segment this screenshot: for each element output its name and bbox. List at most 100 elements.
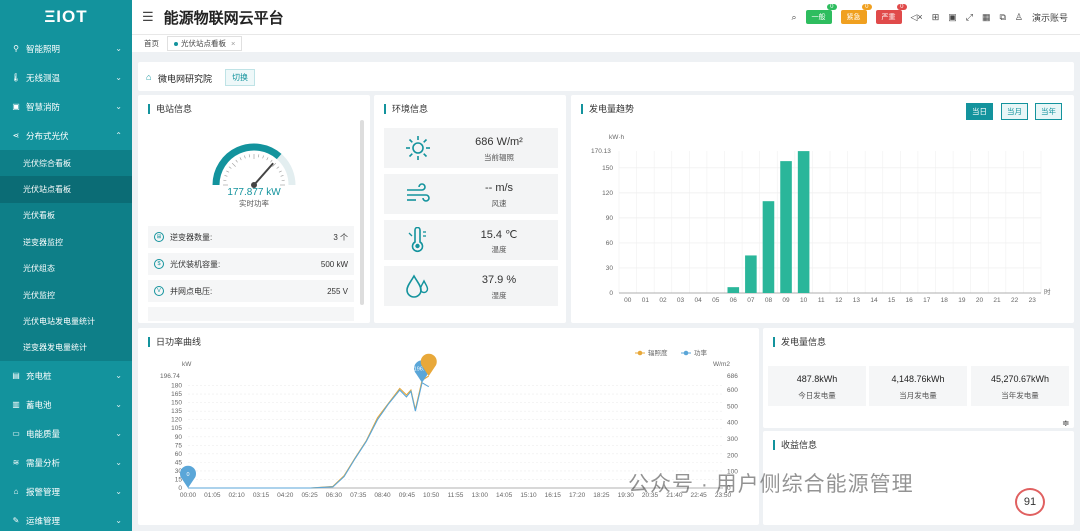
gauge-tick (280, 175, 284, 177)
marker-label: 0 (186, 472, 189, 478)
row-label: 逆变器数量: (170, 232, 213, 242)
location-icon: ⚲ (13, 44, 19, 53)
user-name[interactable]: 演示账号 (1032, 11, 1068, 24)
score-badge: 91 (1015, 488, 1045, 516)
sidebar-item-demand[interactable]: ≋ 需量分析 ⌄ (0, 448, 132, 477)
app-title: 能源物联网云平台 (163, 9, 284, 27)
org-name: 微电网研究院 (158, 74, 213, 84)
bar (727, 287, 740, 293)
x-tick-label: 23 (1029, 297, 1037, 304)
y-tick-label: 60 (606, 240, 614, 247)
sidebar: ΞIOT ⚲ 智能照明 ⌄ 🌡 无线测温 ⌄ ▣ 智慧消防 ⌄ ⋖ 分布式光伏 ⌃ 光伏综合看板… (0, 0, 132, 531)
sidebar-subitem-pv-board[interactable]: 光伏看板 (0, 203, 132, 229)
env-label: 当前辐照 (484, 153, 514, 162)
close-icon[interactable]: × (231, 39, 235, 48)
legend-label: 功率 (694, 348, 708, 357)
inverter-icon: ⊞ (154, 232, 164, 242)
series-line (188, 381, 430, 489)
tab-home[interactable]: 首页 (144, 38, 159, 49)
sidebar-item-smart-lighting[interactable]: ⚲ 智能照明 ⌄ (0, 34, 132, 63)
mute-icon[interactable]: ◁× (911, 12, 923, 23)
env-wind: -- m/s 风速 (384, 174, 558, 214)
y-tick-label-left: 150 (171, 400, 182, 407)
sidebar-item-maintenance[interactable]: ✎ 运维管理 ⌄ (0, 506, 132, 531)
sidebar-subitem-pv-overview[interactable]: 光伏综合看板 (0, 150, 132, 176)
search-icon[interactable]: ⌕ (791, 12, 796, 23)
sidebar-item-label: 运维管理 (26, 515, 61, 526)
watermark: 公众号 · 用户侧综合能源管理 (628, 473, 914, 496)
y-axis-label: kW·h (609, 134, 625, 141)
switch-org-button[interactable]: 切换 (225, 69, 255, 86)
alert-count: 0 (862, 4, 872, 10)
row-value: 500 kW (320, 259, 348, 269)
x-tick-label: 07:35 (350, 492, 367, 499)
row-value: 3 个 (333, 232, 348, 242)
charger-icon: ▤ (12, 371, 20, 381)
tab-pv-station[interactable]: 光伏站点看板 × (167, 36, 243, 51)
power-gauge (212, 143, 296, 188)
fullscreen-icon[interactable]: ⤢ (966, 12, 973, 23)
tabs-bar: 首页 光伏站点看板 × (132, 34, 1080, 52)
sidebar-subitem-pv-station[interactable]: 光伏站点看板 (0, 176, 132, 203)
x-tick-label: 04:20 (277, 492, 294, 499)
layout-icon[interactable]: ▦ (982, 12, 991, 23)
sidebar-item-power-quality[interactable]: ▭ 电能质量 ⌄ (0, 419, 132, 448)
sidebar-item-charging[interactable]: ▤ 充电桩 ⌄ (0, 361, 132, 390)
sidebar-item-wireless-temp[interactable]: 🌡 无线测温 ⌄ (0, 63, 132, 92)
grid-icon[interactable]: ⊞ (932, 12, 940, 23)
bar (780, 161, 792, 293)
top-actions: ⌕ 一般 0 紧急 0 严重 0 ◁× ⊞ ▣ ⤢ ▦ ⧉ ♙ 演示账号 (791, 0, 1068, 34)
y-tick-label: 90 (606, 215, 614, 222)
y-tick-label-left: 135 (171, 408, 182, 415)
sidebar-subitem-inverter-monitor[interactable]: 逆变器监控 (0, 229, 132, 255)
picture-icon[interactable]: ▣ (948, 12, 957, 23)
sidebar-item-label: 无线测温 (26, 72, 61, 83)
env-label: 温度 (491, 245, 507, 254)
gauge-tick (270, 159, 273, 163)
y-tick-label: 120 (602, 190, 613, 197)
x-tick-label: 03:15 (253, 492, 270, 499)
x-tick-label: 16 (906, 297, 914, 304)
environment-card: 环境信息 686 W/m² 当前辐照 -- m/s 风速 15.4 ℃ 温度 3… (374, 95, 566, 323)
x-tick-label: 16:15 (545, 492, 562, 499)
station-scrollbar[interactable] (360, 120, 364, 305)
alert-urgent[interactable]: 紧急 0 (840, 4, 872, 24)
sidebar-item-fire-protection[interactable]: ▣ 智慧消防 ⌄ (0, 92, 132, 121)
building-icon: ⌂ (146, 72, 152, 82)
y-max-label: 170.13 (591, 148, 611, 155)
stat-value: 4,148.76kWh (891, 374, 945, 384)
sidebar-item-battery[interactable]: ▥ 蓄电池 ⌄ (0, 390, 132, 419)
capacity-icon: $ (154, 259, 164, 269)
translate-icon[interactable]: ⧉ (999, 12, 1005, 23)
sidebar-item-pv[interactable]: ⋖ 分布式光伏 ⌃ (0, 121, 132, 150)
active-dot (174, 41, 178, 46)
y-tick-label-left: 0 (178, 485, 182, 492)
filter-icon[interactable]: ≑ (1062, 418, 1070, 429)
x-tick-label: 05 (712, 297, 720, 304)
sidebar-subitem-pv-monitor[interactable]: 光伏监控 (0, 282, 132, 308)
env-irradiance: 686 W/m² 当前辐照 (384, 128, 558, 168)
sidebar-subitem-inverter-gen-stats[interactable]: 逆变器发电量统计 (0, 335, 132, 361)
x-tick-label: 15:10 (520, 492, 537, 499)
gauge-track (212, 143, 296, 186)
sidebar-item-alarm[interactable]: ⌂ 报警管理 ⌄ (0, 477, 132, 506)
y-tick-label-right: 300 (727, 436, 738, 443)
sidebar-subitem-pv-config[interactable]: 光伏组态 (0, 256, 132, 282)
alert-normal[interactable]: 一般 0 (805, 4, 837, 24)
y-tick-label-left: 105 (171, 425, 182, 432)
logo: ΞIOT (44, 7, 88, 26)
x-tick-label: 08:40 (374, 492, 391, 499)
y-tick-label-right: 686 (727, 373, 738, 380)
gauge-label: 实时功率 (239, 199, 269, 208)
sidebar-item-label: 需量分析 (26, 457, 61, 468)
x-tick-label: 02 (659, 297, 667, 304)
alert-severe[interactable]: 严重 0 (875, 4, 907, 24)
shirt-icon[interactable]: ♙ (1015, 12, 1023, 23)
menu-toggle-icon[interactable]: ☰ (142, 9, 154, 25)
stat-label: 当月发电量 (899, 391, 937, 400)
bar (762, 201, 775, 293)
y-axis-label-left: kW (182, 361, 192, 368)
x-tick-label: 10 (800, 297, 808, 304)
chevron-down-icon: ⌄ (115, 429, 122, 439)
sidebar-subitem-station-gen-stats[interactable]: 光伏电站发电量统计 (0, 308, 132, 334)
